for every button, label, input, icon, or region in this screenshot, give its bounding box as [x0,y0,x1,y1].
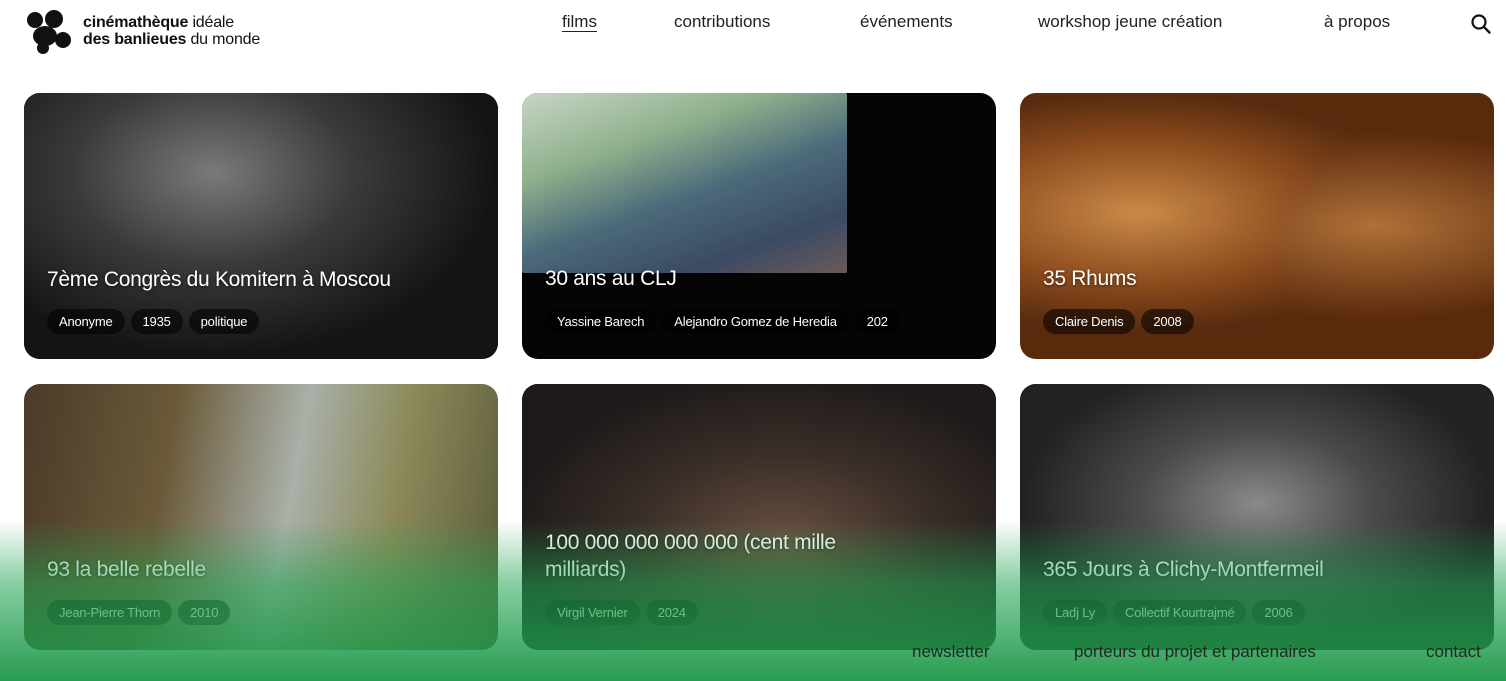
film-tags: Anonyme 1935 politique [47,309,260,334]
film-card[interactable]: 35 Rhums Claire Denis 2008 [1020,93,1494,359]
logo-line1-bold: cinémathèque [83,14,189,31]
film-tags: Ladj Ly Collectif Kourtrajmé 2006 [1043,600,1305,625]
film-title: 7ème Congrès du Komitern à Moscou [47,268,391,291]
nav-item-films[interactable]: films [562,12,597,32]
nav-item-evenements[interactable]: événements [860,12,953,32]
film-tag[interactable]: 1935 [130,309,183,334]
film-tags: Virgil Vernier 2024 [545,600,698,625]
film-tag[interactable]: 2006 [1252,600,1305,625]
film-tag[interactable]: Anonyme [47,309,125,334]
search-icon[interactable] [1470,13,1492,35]
film-card[interactable]: 100 000 000 000 000 (cent mille milliard… [522,384,996,650]
film-tag[interactable]: Virgil Vernier [545,600,640,625]
film-tags: Claire Denis 2008 [1043,309,1194,334]
film-tag[interactable]: Jean-Pierre Thorn [47,600,173,625]
footer-link-newsletter[interactable]: newsletter [912,642,989,662]
nav-item-a-propos[interactable]: à propos [1324,12,1390,32]
film-card[interactable]: 30 ans au CLJ Yassine Barech Alejandro G… [522,93,996,359]
film-tag[interactable]: Collectif Kourtrajmé [1113,600,1247,625]
film-title: 100 000 000 000 000 (cent mille milliard… [545,531,836,581]
film-card[interactable]: 365 Jours à Clichy-Montfermeil Ladj Ly C… [1020,384,1494,650]
logo-line2-light: du monde [190,31,261,48]
footer-link-partners[interactable]: porteurs du projet et partenaires [1074,642,1316,662]
logo-line1-light: idéale [192,14,234,31]
nav-item-workshop[interactable]: workshop jeune création [1038,12,1222,32]
nav-item-contributions[interactable]: contributions [674,12,770,32]
logo-mark-icon [25,8,71,54]
film-title: 35 Rhums [1043,267,1137,290]
film-tag[interactable]: Claire Denis [1043,309,1136,334]
film-tag[interactable]: 2010 [178,600,231,625]
film-tag[interactable]: 2008 [1141,309,1194,334]
film-tag[interactable]: politique [188,309,260,334]
film-title: 30 ans au CLJ [545,267,677,290]
site-header: cinémathèque idéale des banlieues du mon… [0,0,1506,80]
film-tags: Jean-Pierre Thorn 2010 [47,600,231,625]
film-tag[interactable]: Ladj Ly [1043,600,1108,625]
film-tags: Yassine Barech Alejandro Gomez de Heredi… [545,309,900,334]
film-tag[interactable]: 202 [854,309,900,334]
film-title: 93 la belle rebelle [47,558,206,581]
film-title: 365 Jours à Clichy-Montfermeil [1043,558,1324,581]
film-card[interactable]: 93 la belle rebelle Jean-Pierre Thorn 20… [24,384,498,650]
footer-link-contact[interactable]: contact [1426,642,1481,662]
film-thumbnail-screen [522,93,847,273]
film-card[interactable]: 7ème Congrès du Komitern à Moscou Anonym… [24,93,498,359]
logo-line2-bold: des banlieues [83,31,187,48]
film-tag[interactable]: Yassine Barech [545,309,657,334]
site-logo[interactable]: cinémathèque idéale des banlieues du mon… [25,8,260,54]
film-tag[interactable]: 2024 [645,600,698,625]
logo-wordmark: cinémathèque idéale des banlieues du mon… [83,14,260,48]
film-tag[interactable]: Alejandro Gomez de Heredia [662,309,849,334]
